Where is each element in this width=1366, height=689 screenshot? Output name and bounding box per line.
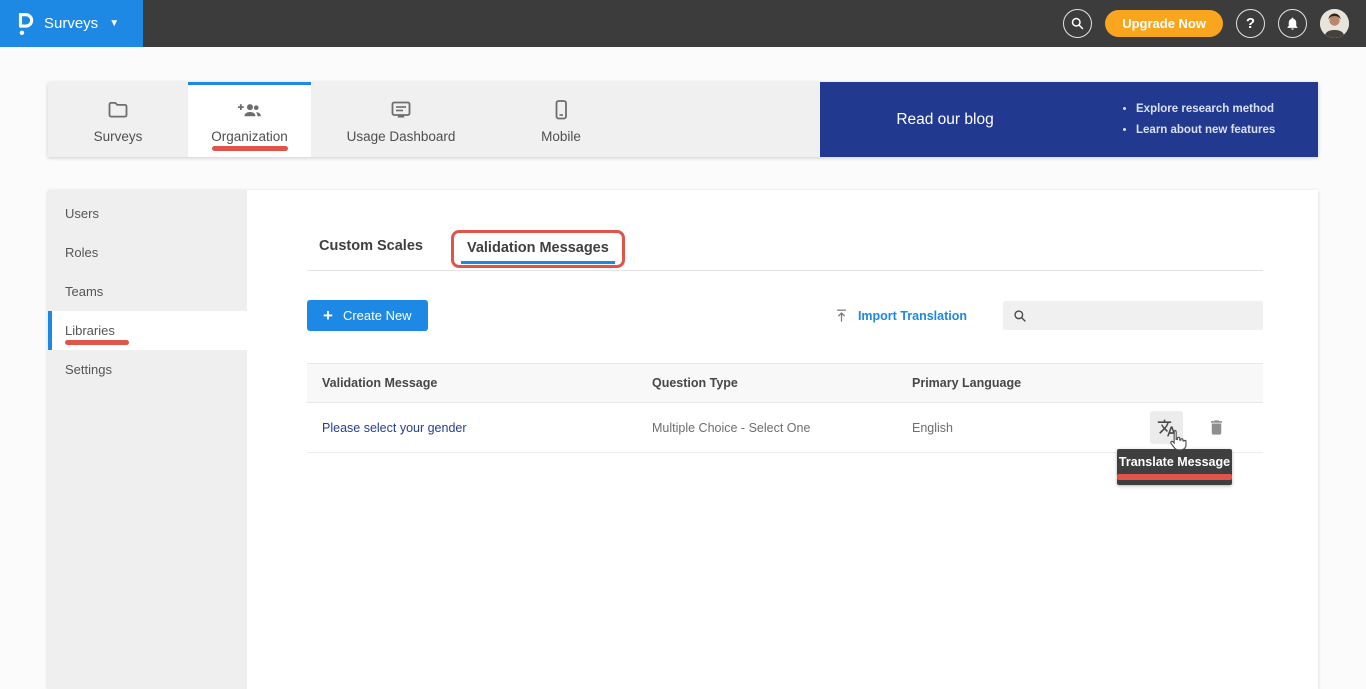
validation-message-link[interactable]: Please select your gender [322, 421, 467, 435]
row-actions [1150, 411, 1233, 444]
main-card: Users Roles Teams Libraries Settings Cus… [48, 190, 1318, 689]
tooltip-label: Translate Message [1119, 455, 1230, 469]
mobile-icon [549, 98, 573, 122]
banner-bullet: Learn about new features [1136, 120, 1275, 141]
settings-sidebar: Users Roles Teams Libraries Settings [48, 190, 247, 689]
notifications-button[interactable] [1278, 9, 1307, 38]
validation-messages-table: Validation Message Question Type Primary… [307, 363, 1263, 453]
sidebar-item-settings[interactable]: Settings [48, 350, 247, 389]
libraries-content: Custom Scales Validation Messages + Crea… [247, 190, 1318, 689]
nav-tab-label: Mobile [541, 129, 581, 144]
annotation-underline-organization [212, 146, 288, 151]
nav-tab-mobile[interactable]: Mobile [491, 82, 631, 157]
nav-tab-label: Surveys [94, 129, 143, 144]
sidebar-item-teams[interactable]: Teams [48, 272, 247, 311]
table-row: Please select your gender Multiple Choic… [307, 403, 1263, 453]
user-avatar[interactable] [1320, 9, 1349, 38]
banner-bullet: Explore research method [1136, 99, 1275, 120]
nav-tab-usage-dashboard[interactable]: Usage Dashboard [311, 82, 491, 157]
sidebar-item-label: Teams [65, 284, 103, 299]
import-translation-link[interactable]: Import Translation [834, 308, 967, 323]
import-translation-label: Import Translation [858, 309, 967, 323]
search-icon [1070, 16, 1085, 31]
header-question-type: Question Type [652, 376, 912, 390]
annotation-underline-libraries [65, 340, 129, 345]
banner-title[interactable]: Read our blog [820, 111, 1070, 129]
upload-icon [834, 308, 849, 323]
sidebar-item-label: Settings [65, 362, 112, 377]
questionpro-logo-icon [16, 11, 35, 37]
help-button[interactable]: ? [1236, 9, 1265, 38]
app-logo-menu[interactable]: Surveys ▼ [0, 0, 143, 47]
blog-banner[interactable]: Read our blog Explore research method Le… [820, 82, 1318, 157]
create-new-label: Create New [343, 308, 412, 323]
search-button[interactable] [1063, 9, 1092, 38]
nav-tab-surveys[interactable]: Surveys [48, 82, 188, 157]
tab-custom-scales[interactable]: Custom Scales [319, 238, 423, 268]
section-nav: Surveys Organization Usage Dashboard Mob… [48, 82, 1318, 157]
banner-bullet-list: Explore research method Learn about new … [1120, 99, 1275, 141]
tab-label: Validation Messages [467, 240, 609, 256]
upgrade-now-button[interactable]: Upgrade Now [1105, 10, 1223, 37]
nav-tab-label: Organization [211, 129, 288, 144]
sidebar-item-label: Libraries [65, 323, 115, 338]
toolbar: + Create New Import Translation [307, 300, 1263, 331]
topbar-actions: Upgrade Now ? [1063, 0, 1366, 47]
nav-tab-organization[interactable]: Organization [188, 82, 311, 157]
tabs-divider [307, 270, 1263, 271]
tab-validation-messages[interactable]: Validation Messages [451, 230, 625, 268]
header-primary-language: Primary Language [912, 376, 1263, 390]
group-add-icon [237, 98, 262, 122]
library-tabs: Custom Scales Validation Messages [319, 226, 1318, 268]
search-input[interactable] [1035, 309, 1253, 323]
sidebar-item-users[interactable]: Users [48, 194, 247, 233]
trash-icon [1207, 418, 1226, 437]
sidebar-item-label: Users [65, 206, 99, 221]
annotation-underline-tooltip [1117, 474, 1232, 480]
create-new-button[interactable]: + Create New [307, 300, 428, 331]
sidebar-item-libraries[interactable]: Libraries [48, 311, 247, 350]
sidebar-item-label: Roles [65, 245, 98, 260]
table-header-row: Validation Message Question Type Primary… [307, 363, 1263, 403]
nav-tab-label: Usage Dashboard [347, 129, 456, 144]
folder-icon [106, 98, 130, 122]
cursor-pointer-icon [1166, 429, 1188, 456]
bell-icon [1285, 16, 1300, 31]
search-icon [1013, 309, 1027, 323]
top-bar: Surveys ▼ Upgrade Now ? [0, 0, 1366, 47]
plus-icon: + [323, 307, 333, 324]
chevron-down-icon: ▼ [109, 18, 119, 29]
product-switcher-label: Surveys [44, 15, 98, 32]
question-type-cell: Multiple Choice - Select One [652, 421, 912, 435]
question-mark-icon: ? [1246, 15, 1255, 32]
delete-button[interactable] [1200, 411, 1233, 444]
sidebar-item-roles[interactable]: Roles [48, 233, 247, 272]
table-search-field[interactable] [1003, 301, 1263, 330]
dashboard-icon [389, 98, 413, 122]
header-validation-message: Validation Message [307, 376, 652, 390]
